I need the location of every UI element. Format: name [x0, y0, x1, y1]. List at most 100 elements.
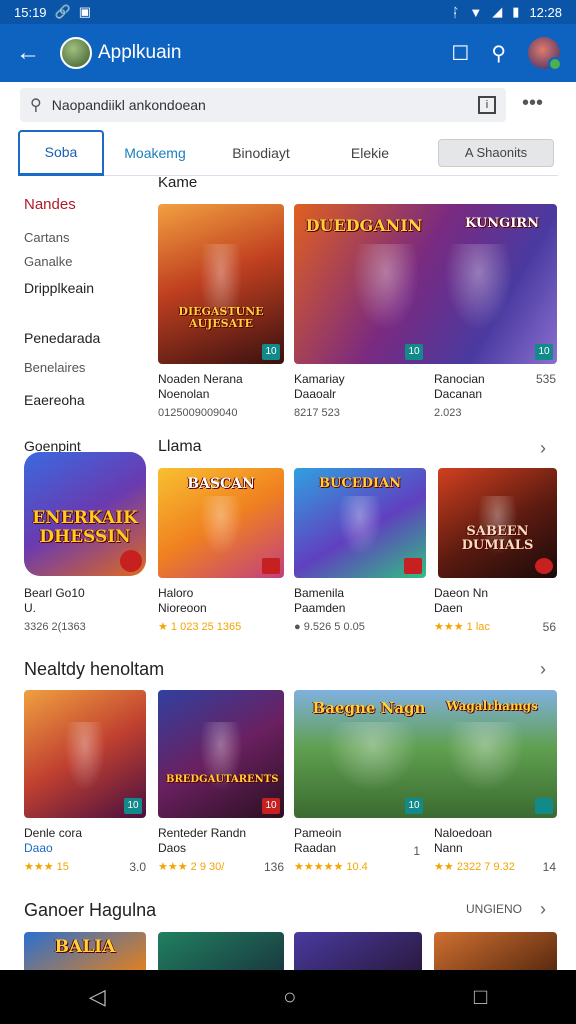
tile-art-text: DUEDGANIN — [305, 215, 423, 235]
rating-badge — [120, 550, 142, 572]
game-subtitle: U. — [24, 601, 36, 615]
game-meta: Noaden Nerana Noenolan 0125009009040 — [158, 372, 284, 421]
bluetooth-icon: ᛛ — [451, 4, 460, 20]
section-link[interactable]: UNGIENO — [466, 902, 522, 916]
game-tile[interactable]: BREDGAUTARENTS 10 — [158, 690, 284, 818]
search-icon: ⚲ — [30, 97, 42, 114]
game-tile[interactable]: BALIA — [24, 932, 146, 970]
tile-art-text: BUCEDIAN — [319, 475, 401, 491]
nav-recents-icon[interactable]: □ — [474, 984, 487, 1010]
search-icon[interactable]: ⚲ — [491, 41, 506, 66]
game-subtitle: Paamden — [294, 601, 346, 615]
game-name: Bearl Go10 — [24, 586, 85, 600]
rating-badge — [535, 798, 553, 814]
link-icon: 🔗 — [54, 4, 71, 19]
search-bar[interactable]: ⚲ Naopandiikl ankondoean i — [20, 88, 506, 122]
game-subtitle: Dacanan — [434, 387, 483, 401]
hero-figure — [346, 244, 426, 340]
back-arrow-icon[interactable]: ← — [16, 39, 48, 67]
game-info: ★★★ 1 lac — [434, 621, 490, 633]
tab-moakemg[interactable]: Moakemg — [104, 145, 206, 161]
section-title: Nealtdy henoltam — [24, 659, 165, 679]
game-tile[interactable]: DIEGASTUNE AUJESATE 10 — [158, 204, 284, 364]
game-meta: Pameoin Raadan ★★★★★ 10.4 1 — [294, 826, 420, 875]
game-name: Pameoin — [294, 826, 342, 840]
tile-art-text: Baegne Nagn — [312, 699, 426, 718]
game-info: 3326 2(1363 — [24, 621, 86, 633]
nav-home-icon[interactable]: ○ — [283, 984, 296, 1010]
app-bar: ← Applkuain ☐ ⚲ — [0, 24, 576, 82]
game-info: ● 9.526 5 0.05 — [294, 621, 365, 633]
game-name: Daeon Nn — [434, 586, 489, 600]
tile-art-text: Wagalrhamgs — [446, 699, 538, 714]
game-info: ★★★★★ 10.4 — [294, 861, 368, 873]
rating-badge: 10 — [262, 344, 280, 360]
tile-art-text: BASCAN — [187, 475, 255, 492]
hero-figure — [320, 722, 426, 799]
tab-elekie[interactable]: Elekie — [316, 145, 424, 161]
game-tile[interactable]: BASCAN — [158, 468, 284, 578]
hero-figure — [60, 722, 110, 799]
game-meta: Daeon Nn Daen ★★★ 1 lac 56 — [434, 586, 556, 635]
game-tile[interactable]: 10 — [24, 690, 146, 818]
game-tile[interactable] — [434, 932, 557, 970]
game-tile[interactable] — [158, 932, 284, 970]
more-options-icon[interactable]: ••• — [522, 92, 543, 115]
rating-badge: 10 — [262, 798, 280, 814]
chevron-right-icon[interactable]: › — [540, 438, 546, 459]
game-meta: Kamariay Daaoalr 8217 523 — [294, 372, 420, 421]
app-avatar — [60, 37, 92, 69]
game-subtitle: Daen — [434, 601, 463, 615]
tab-binodiayt[interactable]: Binodiayt — [206, 145, 316, 161]
game-info: ★★ 2322 7 9.32 — [434, 861, 515, 873]
sidebar-item[interactable]: Cartans — [24, 230, 70, 245]
game-info: ★★★ 15 — [24, 861, 69, 873]
game-tile[interactable]: BUCEDIAN — [294, 468, 426, 578]
game-tile[interactable]: ENERKAIK DHESSIN — [24, 452, 146, 576]
info-icon[interactable]: i — [478, 96, 496, 114]
rating-badge — [262, 558, 280, 574]
user-avatar[interactable] — [528, 37, 562, 71]
game-tile[interactable]: SABEEN DUMIALS — [438, 468, 557, 578]
game-extra: 1 — [413, 844, 420, 858]
game-subtitle: Daaoalr — [294, 387, 337, 401]
sidebar-item[interactable]: Dripplkeain — [24, 280, 94, 296]
chevron-right-icon[interactable]: › — [540, 659, 546, 680]
game-subtitle: Daos — [158, 841, 187, 855]
sidebar-item[interactable]: Penedarada — [24, 330, 100, 346]
tab-soba[interactable]: Soba — [18, 129, 104, 176]
status-bar: 15:19 🔗 ▣ ᛛ ▼ ◢ ▮ 12:28 — [0, 0, 576, 24]
game-extra: 3.0 — [129, 860, 146, 874]
hero-figure — [438, 722, 531, 799]
bookmark-icon[interactable]: ☐ — [451, 41, 469, 66]
game-meta: Ranocian Dacanan 2.023 535 — [434, 372, 556, 421]
game-name: Bamenila — [294, 586, 345, 600]
chevron-right-icon[interactable]: › — [540, 899, 546, 920]
wifi-icon: ▼ — [469, 4, 483, 20]
tile-art-text: DIEGASTUNE AUJESATE — [178, 305, 264, 331]
sidebar-item[interactable]: Benelaires — [24, 360, 85, 375]
rating-badge — [404, 558, 422, 574]
game-extra: 535 — [535, 372, 556, 386]
hero-figure — [195, 495, 247, 562]
sidebar-item[interactable]: Eaereoha — [24, 392, 85, 408]
sidebar-item[interactable]: Ganalke — [24, 254, 72, 269]
tile-art-text: KUNGIRN — [465, 215, 539, 231]
sidebar-item[interactable]: Nandes — [24, 196, 76, 213]
game-tile[interactable]: DUEDGANIN KUNGIRN 10 10 — [294, 204, 557, 364]
game-name: Haloro — [158, 586, 194, 600]
filter-chip[interactable]: A Shaonits — [438, 138, 554, 167]
status-right-time: 12:28 — [529, 4, 562, 20]
tile-art-text: BALIA — [54, 937, 116, 957]
tile-art-text: ENERKAIK DHESSIN — [32, 508, 138, 547]
nav-back-icon[interactable]: ◁ — [89, 984, 106, 1010]
game-name: Noaden Nerana — [158, 372, 243, 386]
game-subtitle: Raadan — [294, 841, 337, 855]
game-extra: 56 — [542, 620, 556, 634]
search-input[interactable]: Naopandiikl ankondoean — [52, 97, 206, 113]
game-tile[interactable] — [294, 932, 422, 970]
rating-badge — [535, 558, 553, 574]
game-tile[interactable]: Baegne Nagn Wagalrhamgs 10 — [294, 690, 557, 818]
game-subtitle: Daao — [24, 841, 53, 855]
game-extra: 14 — [542, 860, 556, 874]
